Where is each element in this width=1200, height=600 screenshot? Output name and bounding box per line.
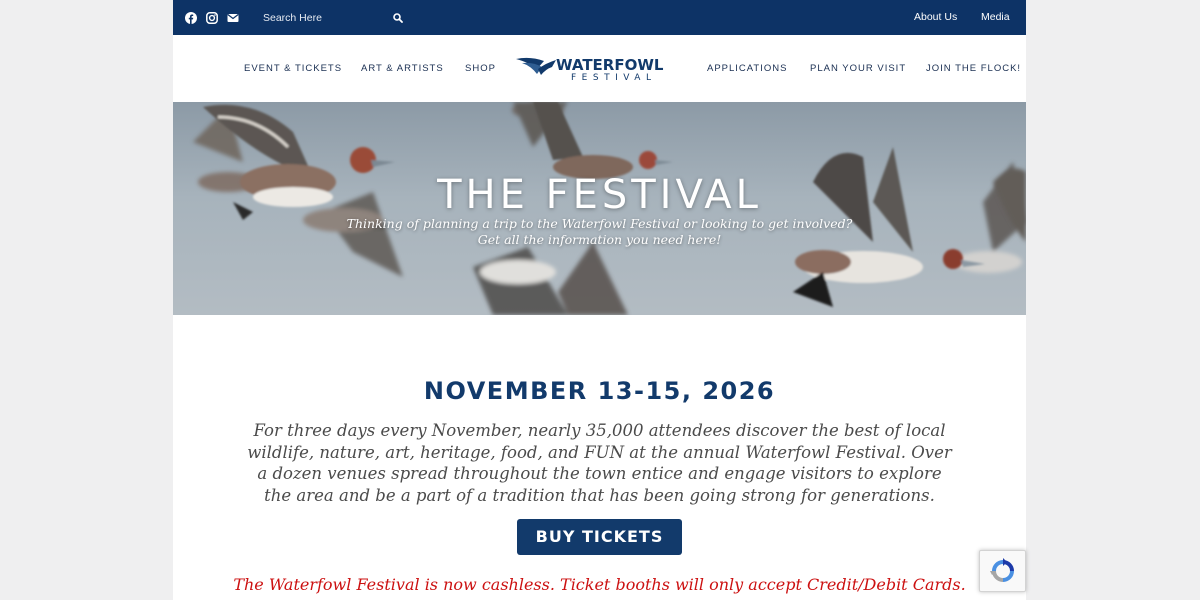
top-bar: About Us Media [173, 0, 1026, 35]
logo-wings-icon [516, 57, 556, 75]
festival-logo[interactable]: WATERFOWL FESTIVAL [516, 55, 678, 83]
intro-paragraph: For three days every November, nearly 35… [247, 421, 952, 505]
about-us-link[interactable]: About Us [914, 11, 957, 23]
nav-item-event-tickets[interactable]: EVENT & TICKETS [244, 63, 342, 74]
facebook-icon[interactable] [184, 11, 197, 24]
nav-item-applications[interactable]: APPLICATIONS [707, 63, 787, 74]
media-link[interactable]: Media [981, 11, 1010, 23]
page: About Us Media EVENT & TICKETS ART & ART… [173, 0, 1026, 600]
email-icon[interactable] [226, 11, 239, 24]
instagram-icon[interactable] [205, 11, 218, 24]
search-input[interactable] [255, 6, 385, 29]
recaptcha-icon [989, 558, 1014, 582]
hero-subtitle: Thinking of planning a trip to the Water… [173, 216, 1026, 248]
nav-item-art-artists[interactable]: ART & ARTISTS [361, 63, 444, 74]
nav-item-plan-your-visit[interactable]: PLAN YOUR VISIT [810, 63, 906, 74]
hero-title: THE FESTIVAL [437, 172, 762, 218]
hero-subtitle-line2: Get all the information you need here! [477, 232, 722, 247]
nav-item-join-the-flock[interactable]: JOIN THE FLOCK! [926, 63, 1021, 74]
logo-text-line1: WATERFOWL [556, 56, 664, 74]
main-nav: EVENT & TICKETS ART & ARTISTS SHOP WATER… [173, 35, 1026, 102]
festival-dates-heading: NOVEMBER 13-15, 2026 [423, 377, 776, 405]
hero-banner: THE FESTIVAL Thinking of planning a trip… [173, 102, 1026, 315]
search-icon[interactable] [392, 12, 404, 24]
logo-text-line2: FESTIVAL [571, 73, 656, 81]
recaptcha-badge[interactable] [979, 550, 1026, 592]
hero-subtitle-line1: Thinking of planning a trip to the Water… [346, 216, 853, 231]
search-box [255, 6, 407, 29]
cashless-notice: The Waterfowl Festival is now cashless. … [233, 575, 966, 594]
nav-item-shop[interactable]: SHOP [465, 63, 496, 74]
buy-tickets-button[interactable]: BUY TICKETS [517, 519, 682, 555]
